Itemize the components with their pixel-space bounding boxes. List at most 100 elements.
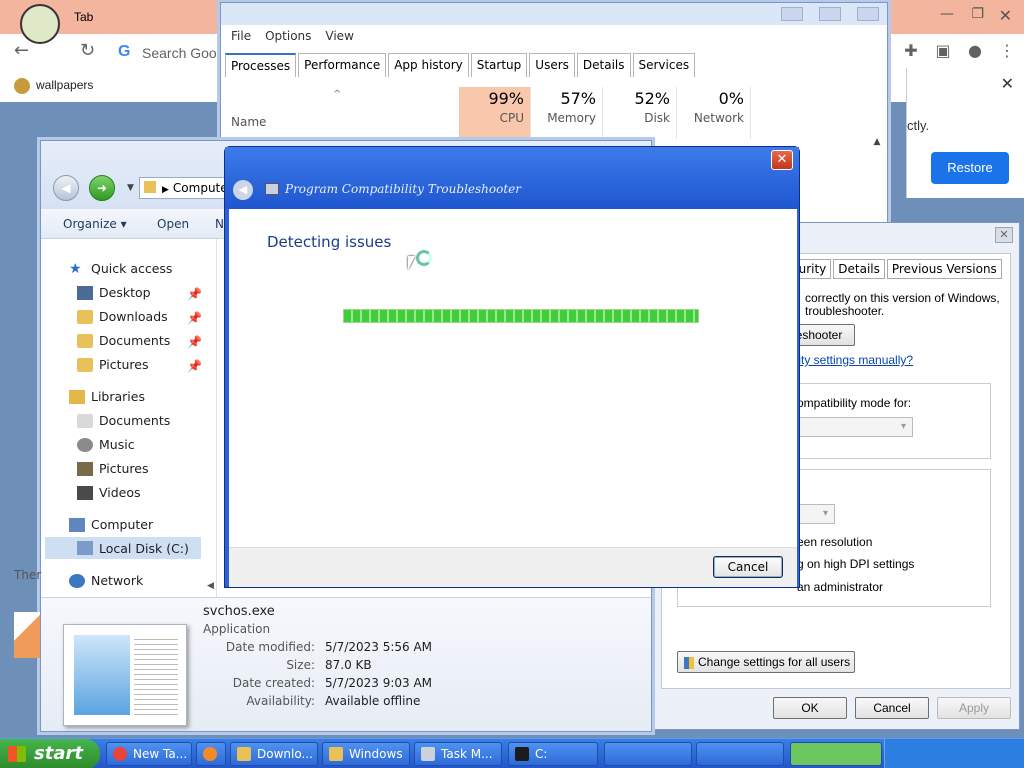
pin-icon[interactable]: 📌 — [187, 335, 202, 349]
nav-documents[interactable]: Documents — [77, 333, 170, 348]
profile-icon[interactable]: ● — [966, 42, 984, 60]
task-manager-menu: File Options View — [231, 29, 354, 43]
menu-kebab-icon[interactable]: ⋮ — [998, 42, 1016, 60]
back-button[interactable]: ◀ — [53, 175, 79, 201]
nav-libraries[interactable]: Libraries — [69, 389, 145, 404]
nav-local-disk[interactable]: Local Disk (C:) — [45, 537, 201, 559]
breadcrumb[interactable]: ▶ Compute — [139, 177, 229, 199]
pin-icon[interactable]: 📌 — [187, 287, 202, 301]
option-run-as-admin[interactable]: an administrator — [797, 580, 883, 594]
organize-button[interactable]: Organize ▾ — [63, 217, 127, 231]
compat-intro-line1: correctly on this version of Windows, — [805, 291, 1000, 305]
background-chart-fragment — [14, 612, 40, 658]
close-icon[interactable]: ✕ — [999, 6, 1012, 25]
restore-button[interactable]: Restore — [931, 152, 1009, 184]
change-settings-all-users-button[interactable]: Change settings for all users — [677, 651, 855, 673]
taskbar-item-7zip[interactable]: C: — [508, 742, 598, 766]
taskbar-item-task-manager[interactable]: Task M... — [414, 742, 502, 766]
taskbar-item-blank-2[interactable] — [696, 742, 784, 766]
back-arrow-icon[interactable]: ◀ — [233, 180, 253, 200]
menu-file[interactable]: File — [231, 29, 251, 43]
pin-icon[interactable]: 📌 — [187, 359, 202, 373]
computer-icon — [69, 517, 85, 532]
nav-quick-access[interactable]: ★ Quick access — [69, 261, 172, 276]
close-icon[interactable]: ✕ — [771, 150, 793, 170]
maximize-icon[interactable]: ❐ — [971, 6, 984, 22]
nav-downloads[interactable]: Downloads — [77, 309, 168, 324]
tab-details[interactable]: Details — [833, 259, 885, 279]
start-button[interactable]: start — [0, 739, 100, 768]
close-icon[interactable] — [857, 7, 879, 21]
name-column-header[interactable]: Name — [231, 115, 266, 129]
troubleshooter-body: Detecting issues — [229, 209, 797, 547]
taskbar-item-windows[interactable]: Windows — [322, 742, 410, 766]
nav-lib-documents[interactable]: Documents — [77, 413, 170, 428]
menu-view[interactable]: View — [325, 29, 353, 43]
close-icon[interactable]: ✕ — [1001, 74, 1014, 93]
new-folder-button[interactable]: N — [215, 217, 224, 231]
bookmark-wallpapers[interactable]: wallpapers — [14, 78, 93, 94]
taskbar-item-browser[interactable]: New Ta... — [106, 742, 192, 766]
taskbar-item-blank-1[interactable] — [604, 742, 692, 766]
nav-music[interactable]: Music — [77, 437, 135, 452]
reload-icon[interactable]: ↻ — [80, 40, 95, 61]
taskbar-label: Windows — [349, 747, 403, 761]
apply-button[interactable]: Apply — [937, 697, 1011, 719]
taskbar-item-firefox[interactable] — [196, 742, 226, 766]
tab-app-history[interactable]: App history — [388, 53, 469, 77]
availability-value: Available offline — [325, 694, 421, 708]
memory-column-header[interactable]: 57% Memory — [531, 87, 603, 139]
compat-mode-dropdown[interactable]: ▾ — [791, 417, 913, 437]
tab-details[interactable]: Details — [576, 53, 631, 77]
scroll-left-icon[interactable]: ◀ — [207, 581, 214, 591]
documents-icon — [77, 413, 93, 428]
file-thumbnail — [63, 624, 187, 726]
cpu-column-header[interactable]: 99% CPU — [459, 87, 531, 139]
7zip-icon — [515, 747, 529, 761]
minimize-icon[interactable]: — — [940, 6, 954, 22]
ok-button[interactable]: OK — [773, 697, 847, 719]
size-label: Size: — [286, 658, 315, 672]
back-arrow-icon[interactable]: ← — [14, 40, 29, 61]
progress-bar — [343, 309, 699, 323]
cancel-button[interactable]: Cancel — [713, 556, 783, 578]
close-icon[interactable]: ✕ — [995, 227, 1013, 243]
nav-lib-pictures[interactable]: Pictures — [77, 461, 149, 476]
maximize-icon[interactable] — [819, 7, 841, 21]
extensions-icon[interactable]: ✚ — [902, 42, 920, 60]
cancel-button[interactable]: Cancel — [855, 697, 929, 719]
nav-videos[interactable]: Videos — [77, 485, 141, 500]
tab-users[interactable]: Users — [529, 53, 575, 77]
nav-label: Desktop — [99, 285, 151, 300]
taskbar-label: C: — [535, 747, 548, 761]
nav-computer[interactable]: Computer — [69, 517, 153, 532]
tab-previous-versions[interactable]: Previous Versions — [886, 259, 1002, 279]
open-button[interactable]: Open — [157, 217, 189, 231]
manual-settings-link[interactable]: ility settings manually? — [793, 353, 913, 367]
pin-icon[interactable]: 📌 — [187, 311, 202, 325]
forward-button[interactable]: ➜ — [89, 175, 115, 201]
nav-desktop[interactable]: Desktop — [77, 285, 151, 300]
system-tray — [884, 739, 1024, 768]
browser-tab-label[interactable]: Tab — [74, 10, 93, 24]
address-bar[interactable]: G Search Goo — [108, 38, 220, 68]
tab-services[interactable]: Services — [632, 53, 696, 77]
minimize-icon[interactable] — [781, 7, 803, 21]
music-icon — [77, 437, 93, 452]
history-dropdown-icon[interactable]: ▼ — [127, 183, 134, 193]
option-high-dpi[interactable]: g on high DPI settings — [797, 557, 914, 571]
taskbar-item-blank-3[interactable] — [790, 742, 882, 766]
tab-processes[interactable]: Processes — [225, 53, 297, 77]
tab-performance[interactable]: Performance — [298, 53, 387, 77]
tab-startup[interactable]: Startup — [470, 53, 528, 77]
nav-pictures[interactable]: Pictures — [77, 357, 149, 372]
taskbar-item-downloads[interactable]: Downlo... — [230, 742, 318, 766]
nav-network[interactable]: Network — [69, 573, 143, 588]
option-screen-resolution[interactable]: een resolution — [797, 535, 872, 549]
breadcrumb-label: Compute — [172, 181, 228, 195]
disk-column-header[interactable]: 52% Disk — [603, 87, 677, 139]
network-column-header[interactable]: 0% Network — [677, 87, 751, 139]
menu-options[interactable]: Options — [265, 29, 311, 43]
scroll-up-icon[interactable]: ▲ — [869, 137, 885, 151]
sidepanel-icon[interactable]: ▣ — [934, 42, 952, 60]
